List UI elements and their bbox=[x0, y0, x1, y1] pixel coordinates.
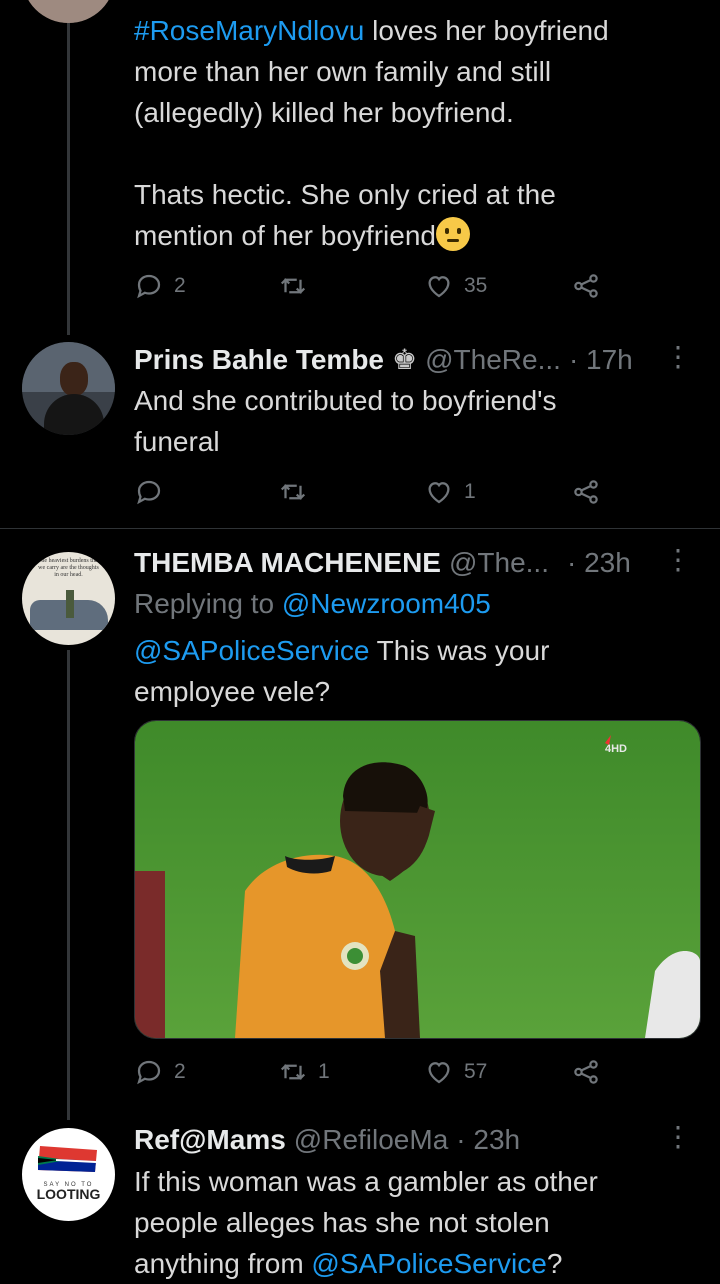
tweet-text-line: (allegedly) killed her boyfriend. bbox=[134, 97, 514, 128]
share-icon bbox=[574, 1060, 598, 1084]
thread-line bbox=[67, 0, 70, 335]
retweet-button[interactable] bbox=[278, 266, 318, 306]
tweet-divider bbox=[0, 528, 720, 529]
share-button[interactable] bbox=[571, 1052, 601, 1092]
tweet-text-line: And she contributed to boyfriend's bbox=[134, 385, 557, 416]
tweet-text-line: Thats hectic. She only cried at the bbox=[134, 179, 556, 210]
reply-count: 2 bbox=[174, 1060, 186, 1083]
chess-king-icon: ♚ bbox=[392, 344, 418, 375]
reply-count: 2 bbox=[174, 274, 186, 297]
tweet-text-segment: ? bbox=[546, 1248, 563, 1279]
tweet-header: Prins Bahle Tembe ♚ @TheRe... · 17h bbox=[134, 340, 690, 380]
tweet-header: THEMBA MACHENENE @The... · 23h bbox=[134, 543, 690, 583]
avatar-text: LOOTING bbox=[37, 1186, 101, 1202]
timestamp[interactable]: · 23h bbox=[567, 543, 631, 583]
tweet-text: And she contributed to boyfriend's funer… bbox=[134, 380, 694, 462]
more-icon[interactable]: ⋮ bbox=[664, 340, 692, 373]
share-icon bbox=[574, 274, 598, 298]
tweet-text-line: employee vele? bbox=[134, 676, 331, 707]
mention-link[interactable]: @SAPoliceService bbox=[311, 1248, 546, 1279]
like-button[interactable]: 57 bbox=[424, 1052, 487, 1092]
avatar[interactable] bbox=[22, 342, 115, 435]
tweet-text: #RoseMaryNdlovu loves her boyfriend more… bbox=[134, 10, 694, 256]
heart-icon bbox=[428, 482, 450, 504]
retweet-icon bbox=[280, 484, 306, 500]
thread-line bbox=[67, 650, 70, 1120]
replying-to: Replying to @Newzroom405 bbox=[134, 584, 690, 624]
heart-icon bbox=[428, 276, 450, 298]
share-button[interactable] bbox=[571, 472, 601, 512]
tweet-text: @SAPoliceService This was your employee … bbox=[134, 630, 694, 712]
tweet-header: Ref@Mams @RefiloeMa · 23h bbox=[134, 1120, 690, 1160]
mention-link[interactable]: @SAPoliceService bbox=[134, 635, 369, 666]
south-africa-flag-logo: SAY NO TO LOOTING bbox=[37, 1146, 101, 1202]
replying-to-label: Replying to bbox=[134, 588, 282, 619]
neutral-face-emoji-icon bbox=[435, 217, 470, 251]
retweet-count: 1 bbox=[318, 1060, 330, 1083]
tweet-text-segment: anything from bbox=[134, 1248, 312, 1279]
like-button[interactable]: 1 bbox=[424, 472, 476, 512]
like-count: 1 bbox=[464, 480, 476, 503]
tweet-text-line: more than her own family and still bbox=[134, 56, 552, 87]
retweet-icon bbox=[280, 278, 306, 294]
hashtag-link[interactable]: #RoseMaryNdlovu bbox=[134, 15, 364, 46]
tweet-text-line: If this woman was a gambler as other bbox=[134, 1166, 598, 1197]
like-count: 35 bbox=[464, 274, 488, 297]
tweet-text-line: funeral bbox=[134, 426, 220, 457]
reply-icon bbox=[137, 480, 161, 505]
tweet-actions: 2 1 57 bbox=[134, 1052, 614, 1092]
display-name[interactable]: THEMBA MACHENENE bbox=[134, 543, 441, 583]
like-count: 57 bbox=[464, 1060, 488, 1083]
timestamp[interactable]: · 23h bbox=[456, 1120, 520, 1160]
tweet-text: If this woman was a gambler as other peo… bbox=[134, 1161, 694, 1284]
like-button[interactable]: 35 bbox=[424, 266, 487, 306]
reply-button[interactable]: 2 bbox=[134, 266, 186, 306]
tweet-text-line: people alleges has she not stolen bbox=[134, 1207, 550, 1238]
retweet-icon bbox=[280, 1064, 306, 1080]
avatar-quote-text: The heaviest burdens that we carry are t… bbox=[37, 558, 100, 578]
reply-icon bbox=[137, 274, 161, 299]
reply-button[interactable] bbox=[134, 472, 174, 512]
reply-icon bbox=[137, 1060, 161, 1085]
timestamp[interactable]: · 17h bbox=[569, 340, 633, 380]
tweet-text-segment: loves her boyfriend bbox=[364, 15, 609, 46]
tweet-text-line: mention of her boyfriend bbox=[134, 220, 436, 251]
display-name[interactable]: Ref@Mams bbox=[134, 1120, 286, 1160]
channel-watermark: 4HD bbox=[605, 743, 627, 755]
replying-to-handle[interactable]: @Newzroom405 bbox=[282, 584, 491, 624]
reply-button[interactable]: 2 bbox=[134, 1052, 186, 1092]
tweet-text-segment: This was your bbox=[369, 635, 550, 666]
username[interactable]: @RefiloeMa bbox=[294, 1120, 448, 1160]
tweet-media-image[interactable]: 4HD bbox=[134, 720, 701, 1039]
heart-icon bbox=[428, 1062, 450, 1084]
username[interactable]: @The... bbox=[449, 543, 549, 583]
username[interactable]: @TheRe... bbox=[425, 340, 561, 380]
tweet-actions: 2 35 bbox=[134, 266, 614, 306]
avatar[interactable]: SAY NO TO LOOTING bbox=[22, 1128, 115, 1221]
avatar[interactable] bbox=[22, 0, 115, 23]
display-name[interactable]: Prins Bahle Tembe bbox=[134, 340, 384, 380]
football-player-photo: 4HD bbox=[135, 721, 700, 1038]
retweet-button[interactable]: 1 bbox=[278, 1052, 330, 1092]
retweet-button[interactable] bbox=[278, 472, 318, 512]
more-icon[interactable]: ⋮ bbox=[664, 543, 692, 576]
tweet-actions: 1 bbox=[134, 472, 614, 512]
more-icon[interactable]: ⋮ bbox=[664, 1120, 692, 1153]
avatar[interactable]: The heaviest burdens that we carry are t… bbox=[22, 552, 115, 645]
share-button[interactable] bbox=[571, 266, 601, 306]
share-icon bbox=[574, 480, 598, 504]
